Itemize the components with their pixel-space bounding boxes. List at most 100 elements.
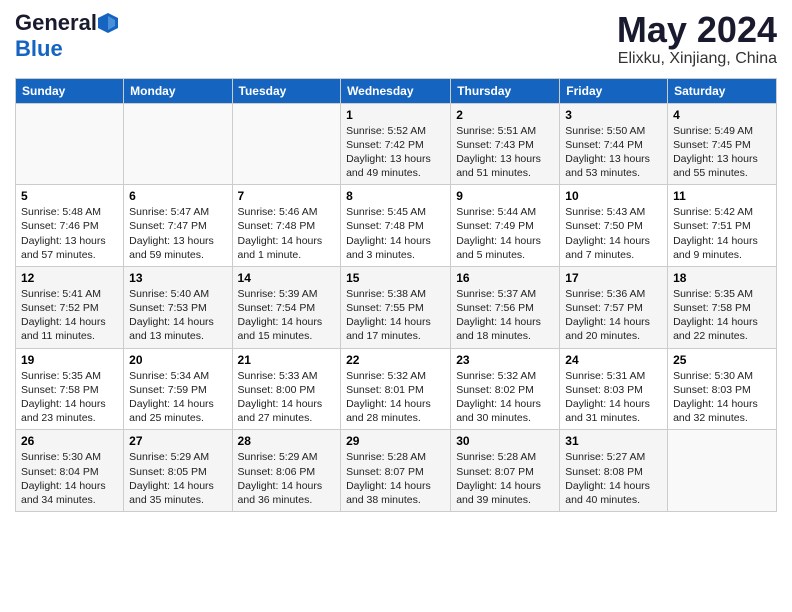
table-row: 29Sunrise: 5:28 AM Sunset: 8:07 PM Dayli…	[341, 430, 451, 512]
table-row: 9 Sunrise: 5:44 AM Sunset: 7:49 PM Daylig…	[451, 185, 560, 267]
calendar-table: Sunday Monday Tuesday Wednesday Thursday…	[15, 78, 777, 512]
table-row: 24Sunrise: 5:31 AM Sunset: 8:03 PM Dayli…	[560, 348, 668, 430]
day-number: 20	[129, 353, 226, 367]
day-number: 5	[21, 189, 118, 203]
day-info: Sunrise: 5:52 AM Sunset: 7:42 PM Dayligh…	[346, 124, 445, 181]
table-row: 5Sunrise: 5:48 AM Sunset: 7:46 PM Daylig…	[16, 185, 124, 267]
day-number: 22	[346, 353, 445, 367]
col-saturday: Saturday	[668, 78, 777, 103]
week-row-2: 5Sunrise: 5:48 AM Sunset: 7:46 PM Daylig…	[16, 185, 777, 267]
week-row-3: 12 Sunrise: 5:41 AM Sunset: 7:52 PM Dayli…	[16, 266, 777, 348]
table-row	[16, 103, 124, 185]
day-info: Sunrise: 5:33 AM Sunset: 8:00 PM Dayligh…	[238, 369, 336, 426]
day-number: 23	[456, 353, 554, 367]
table-row: 23 Sunrise: 5:32 AM Sunset: 8:02 PM Dayli…	[451, 348, 560, 430]
table-row: 11Sunrise: 5:42 AM Sunset: 7:51 PM Dayli…	[668, 185, 777, 267]
table-row: 22Sunrise: 5:32 AM Sunset: 8:01 PM Dayli…	[341, 348, 451, 430]
col-tuesday: Tuesday	[232, 78, 341, 103]
logo-icon	[98, 13, 118, 33]
page: General Blue May 2024 Elixku, Xinjiang, …	[0, 0, 792, 522]
day-info: Sunrise: 5:29 AM Sunset: 8:05 PM Dayligh…	[129, 450, 226, 507]
day-info: Sunrise: 5:39 AM Sunset: 7:54 PM Dayligh…	[238, 287, 336, 344]
day-info: Sunrise: 5:47 AM Sunset: 7:47 PM Dayligh…	[129, 205, 226, 262]
day-number: 26	[21, 434, 118, 448]
day-info: Sunrise: 5:32 AM Sunset: 8:02 PM Dayligh…	[456, 369, 554, 426]
day-info: Sunrise: 5:42 AM Sunset: 7:51 PM Dayligh…	[673, 205, 771, 262]
day-number: 31	[565, 434, 662, 448]
day-info: Sunrise: 5:40 AM Sunset: 7:53 PM Dayligh…	[129, 287, 226, 344]
week-row-4: 19 Sunrise: 5:35 AM Sunset: 7:58 PM Dayli…	[16, 348, 777, 430]
table-row: 30 Sunrise: 5:28 AM Sunset: 8:07 PM Dayli…	[451, 430, 560, 512]
calendar-subtitle: Elixku, Xinjiang, China	[617, 50, 777, 68]
day-info: Sunrise: 5:30 AM Sunset: 8:04 PM Dayligh…	[21, 450, 118, 507]
day-info: Sunrise: 5:27 AM Sunset: 8:08 PM Dayligh…	[565, 450, 662, 507]
day-info: Sunrise: 5:37 AM Sunset: 7:56 PM Dayligh…	[456, 287, 554, 344]
day-number: 8	[346, 189, 445, 203]
day-info: Sunrise: 5:34 AM Sunset: 7:59 PM Dayligh…	[129, 369, 226, 426]
table-row: 12 Sunrise: 5:41 AM Sunset: 7:52 PM Dayli…	[16, 266, 124, 348]
table-row: 8 Sunrise: 5:45 AM Sunset: 7:48 PM Daylig…	[341, 185, 451, 267]
header-row: Sunday Monday Tuesday Wednesday Thursday…	[16, 78, 777, 103]
table-row: 26 Sunrise: 5:30 AM Sunset: 8:04 PM Dayli…	[16, 430, 124, 512]
table-row	[668, 430, 777, 512]
logo-blue-text: Blue	[15, 36, 63, 61]
table-row: 27 Sunrise: 5:29 AM Sunset: 8:05 PM Dayli…	[124, 430, 232, 512]
day-number: 19	[21, 353, 118, 367]
table-row: 18Sunrise: 5:35 AM Sunset: 7:58 PM Dayli…	[668, 266, 777, 348]
title-block: May 2024 Elixku, Xinjiang, China	[617, 10, 777, 68]
day-info: Sunrise: 5:45 AM Sunset: 7:48 PM Dayligh…	[346, 205, 445, 262]
day-info: Sunrise: 5:38 AM Sunset: 7:55 PM Dayligh…	[346, 287, 445, 344]
table-row: 3 Sunrise: 5:50 AM Sunset: 7:44 PM Daylig…	[560, 103, 668, 185]
table-row: 20 Sunrise: 5:34 AM Sunset: 7:59 PM Dayli…	[124, 348, 232, 430]
day-number: 18	[673, 271, 771, 285]
day-number: 21	[238, 353, 336, 367]
logo-general-text: General	[15, 10, 97, 36]
day-number: 7	[238, 189, 336, 203]
calendar-title: May 2024	[617, 10, 777, 50]
day-number: 12	[21, 271, 118, 285]
day-info: Sunrise: 5:50 AM Sunset: 7:44 PM Dayligh…	[565, 124, 662, 181]
day-number: 3	[565, 108, 662, 122]
table-row: 6 Sunrise: 5:47 AM Sunset: 7:47 PM Daylig…	[124, 185, 232, 267]
day-number: 4	[673, 108, 771, 122]
table-row: 17Sunrise: 5:36 AM Sunset: 7:57 PM Dayli…	[560, 266, 668, 348]
table-row: 13 Sunrise: 5:40 AM Sunset: 7:53 PM Dayli…	[124, 266, 232, 348]
day-info: Sunrise: 5:30 AM Sunset: 8:03 PM Dayligh…	[673, 369, 771, 426]
day-number: 28	[238, 434, 336, 448]
col-wednesday: Wednesday	[341, 78, 451, 103]
day-number: 13	[129, 271, 226, 285]
day-info: Sunrise: 5:28 AM Sunset: 8:07 PM Dayligh…	[456, 450, 554, 507]
day-info: Sunrise: 5:46 AM Sunset: 7:48 PM Dayligh…	[238, 205, 336, 262]
day-info: Sunrise: 5:28 AM Sunset: 8:07 PM Dayligh…	[346, 450, 445, 507]
col-sunday: Sunday	[16, 78, 124, 103]
day-number: 24	[565, 353, 662, 367]
table-row: 21 Sunrise: 5:33 AM Sunset: 8:00 PM Dayli…	[232, 348, 341, 430]
col-friday: Friday	[560, 78, 668, 103]
day-number: 27	[129, 434, 226, 448]
day-number: 6	[129, 189, 226, 203]
week-row-5: 26 Sunrise: 5:30 AM Sunset: 8:04 PM Dayli…	[16, 430, 777, 512]
table-row: 16Sunrise: 5:37 AM Sunset: 7:56 PM Dayli…	[451, 266, 560, 348]
table-row: 28 Sunrise: 5:29 AM Sunset: 8:06 PM Dayli…	[232, 430, 341, 512]
day-info: Sunrise: 5:44 AM Sunset: 7:49 PM Dayligh…	[456, 205, 554, 262]
table-row: 31 Sunrise: 5:27 AM Sunset: 8:08 PM Dayli…	[560, 430, 668, 512]
col-thursday: Thursday	[451, 78, 560, 103]
col-monday: Monday	[124, 78, 232, 103]
table-row: 2Sunrise: 5:51 AM Sunset: 7:43 PM Daylig…	[451, 103, 560, 185]
table-row	[232, 103, 341, 185]
table-row: 1Sunrise: 5:52 AM Sunset: 7:42 PM Daylig…	[341, 103, 451, 185]
day-info: Sunrise: 5:41 AM Sunset: 7:52 PM Dayligh…	[21, 287, 118, 344]
table-row: 19 Sunrise: 5:35 AM Sunset: 7:58 PM Dayli…	[16, 348, 124, 430]
day-info: Sunrise: 5:51 AM Sunset: 7:43 PM Dayligh…	[456, 124, 554, 181]
table-row: 7 Sunrise: 5:46 AM Sunset: 7:48 PM Daylig…	[232, 185, 341, 267]
day-number: 15	[346, 271, 445, 285]
day-number: 9	[456, 189, 554, 203]
day-number: 14	[238, 271, 336, 285]
table-row: 25Sunrise: 5:30 AM Sunset: 8:03 PM Dayli…	[668, 348, 777, 430]
day-info: Sunrise: 5:43 AM Sunset: 7:50 PM Dayligh…	[565, 205, 662, 262]
day-number: 17	[565, 271, 662, 285]
table-row: 14 Sunrise: 5:39 AM Sunset: 7:54 PM Dayli…	[232, 266, 341, 348]
day-info: Sunrise: 5:35 AM Sunset: 7:58 PM Dayligh…	[21, 369, 118, 426]
day-number: 30	[456, 434, 554, 448]
day-info: Sunrise: 5:29 AM Sunset: 8:06 PM Dayligh…	[238, 450, 336, 507]
